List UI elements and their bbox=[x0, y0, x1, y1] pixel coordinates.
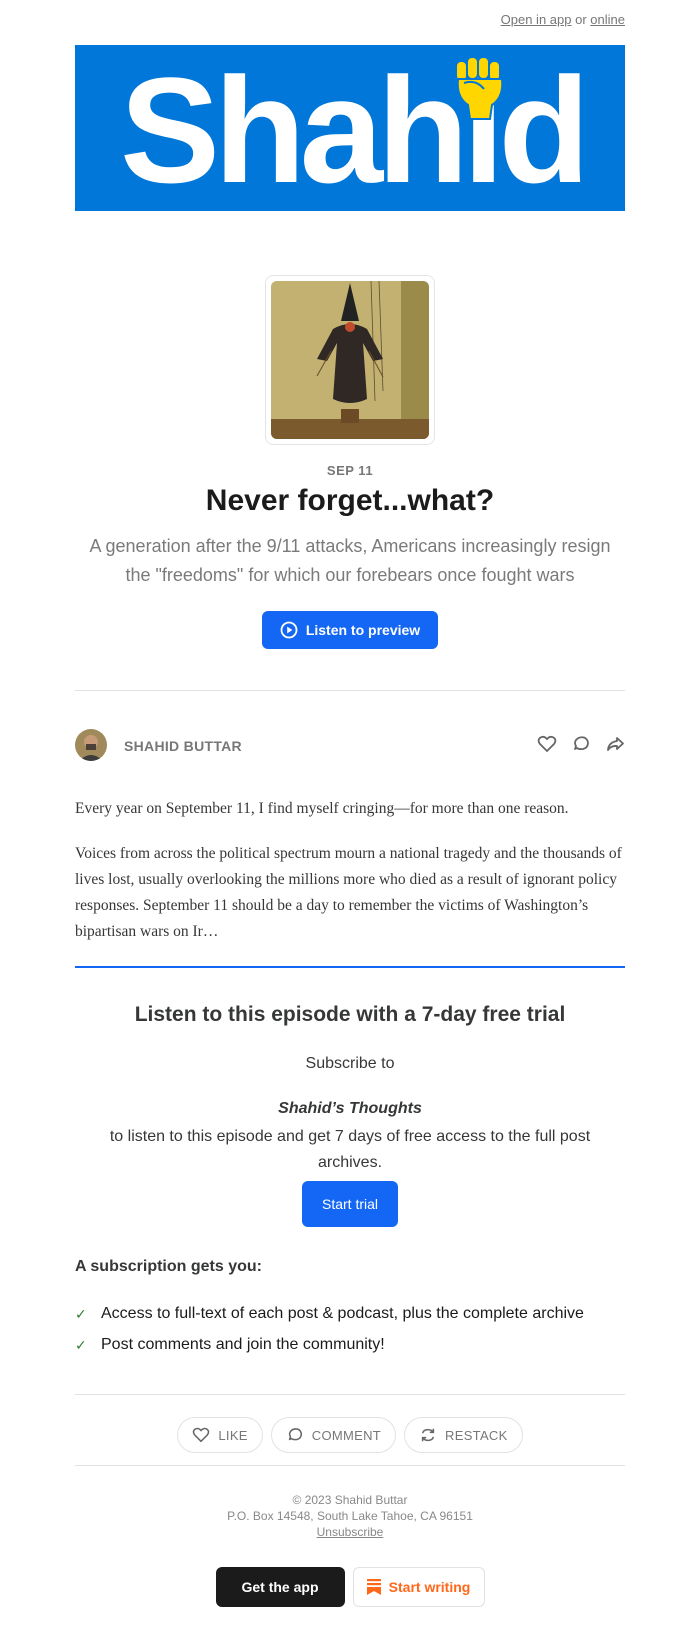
substack-logo-icon bbox=[366, 1579, 381, 1595]
paywall-title: Listen to this episode with a 7-day free… bbox=[134, 1003, 566, 1026]
body-paragraph-1: Every year on September 11, I find mysel… bbox=[75, 800, 569, 817]
listen-preview-button[interactable]: Listen to preview bbox=[262, 611, 438, 649]
post-date: SEP 11 bbox=[326, 463, 374, 478]
footer-address: P.O. Box 14548, South Lake Tahoe, CA 961… bbox=[227, 1509, 473, 1523]
unsubscribe-link[interactable]: Unsubscribe bbox=[317, 1525, 384, 1539]
share-icon[interactable] bbox=[605, 734, 625, 754]
benefit-text: Access to full-text of each post & podca… bbox=[101, 1305, 584, 1322]
get-the-app-button[interactable]: Get the app bbox=[215, 1567, 345, 1607]
comment-label: COMMENT bbox=[311, 1427, 382, 1443]
comment-button[interactable]: COMMENT bbox=[270, 1417, 397, 1453]
benefit-text: Post comments and join the community! bbox=[101, 1336, 385, 1353]
check-icon: ✓ bbox=[75, 1305, 87, 1322]
start-writing-button[interactable]: Start writing bbox=[352, 1567, 485, 1607]
restack-label: RESTACK bbox=[445, 1427, 508, 1443]
author-name[interactable]: SHAHID BUTTAR bbox=[124, 738, 242, 754]
footer-copyright: © 2023 Shahid Buttar bbox=[292, 1493, 408, 1507]
restack-icon bbox=[421, 1428, 435, 1442]
publication-wordmark: Shahid bbox=[120, 46, 590, 211]
post-cover-image[interactable] bbox=[265, 275, 435, 445]
post-title[interactable]: Never forget...what? bbox=[0, 484, 700, 518]
view-online-link[interactable]: online bbox=[590, 12, 625, 27]
divider bbox=[75, 1465, 625, 1466]
cover-photo bbox=[271, 281, 429, 439]
comment-icon bbox=[288, 1428, 302, 1441]
publication-banner[interactable]: Shahid bbox=[75, 45, 625, 211]
paywall-description: to listen to this episode and get 7 days… bbox=[109, 1128, 591, 1171]
like-button[interactable]: LIKE bbox=[177, 1417, 263, 1453]
heart-icon[interactable] bbox=[537, 734, 557, 754]
subscribe-to-text: Subscribe to bbox=[305, 1055, 395, 1072]
subscription-benefits-heading: A subscription gets you: bbox=[75, 1258, 262, 1275]
publication-name: Shahid’s Thoughts bbox=[278, 1100, 422, 1117]
footer-cta-row: Get the app Start writing bbox=[0, 1567, 700, 1607]
heart-icon bbox=[193, 1427, 210, 1443]
divider bbox=[75, 690, 625, 691]
header-links: Open in app or online bbox=[501, 12, 625, 27]
listen-preview-label: Listen to preview bbox=[305, 622, 421, 638]
paywall-divider bbox=[75, 966, 625, 968]
body-paragraph-2: Voices from across the political spectru… bbox=[75, 845, 622, 940]
raised-fist-icon bbox=[455, 56, 504, 120]
like-label: LIKE bbox=[218, 1427, 248, 1443]
restack-button[interactable]: RESTACK bbox=[404, 1417, 523, 1453]
or-separator: or bbox=[575, 12, 587, 27]
divider bbox=[75, 1394, 625, 1395]
start-trial-button[interactable]: Start trial bbox=[302, 1181, 398, 1227]
post-actions: LIKE COMMENT RESTACK bbox=[0, 1417, 700, 1453]
author-actions bbox=[537, 734, 625, 754]
start-writing-label: Start writing bbox=[388, 1579, 471, 1595]
benefit-item: ✓ Post comments and join the community! bbox=[75, 1336, 385, 1354]
open-in-app-link[interactable]: Open in app bbox=[501, 12, 572, 27]
play-icon bbox=[280, 621, 298, 639]
author-avatar[interactable] bbox=[75, 729, 107, 761]
author-row: SHAHID BUTTAR bbox=[75, 729, 625, 763]
post-subtitle: A generation after the 9/11 attacks, Ame… bbox=[89, 536, 611, 585]
benefit-item: ✓ Access to full-text of each post & pod… bbox=[75, 1305, 584, 1323]
comment-icon[interactable] bbox=[571, 734, 591, 754]
check-icon: ✓ bbox=[75, 1336, 87, 1353]
